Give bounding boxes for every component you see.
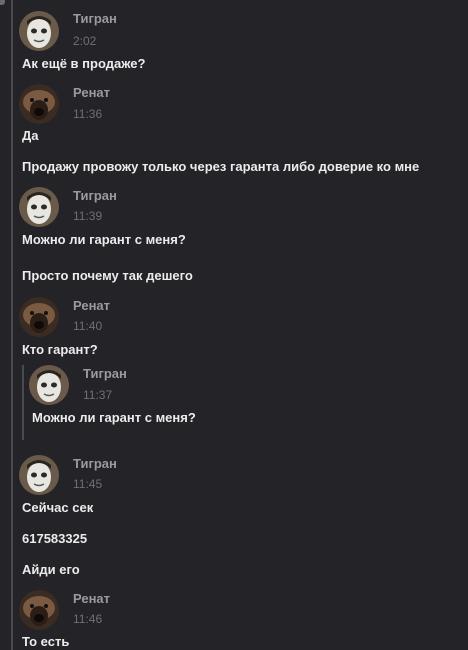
author-name[interactable]: Тигран	[73, 456, 117, 471]
message-text: Просто почему так дешего	[22, 268, 193, 283]
white-face-avatar-icon	[29, 365, 69, 405]
message-text: 617583325	[22, 531, 88, 546]
message-text: Кто гарант?	[22, 342, 98, 357]
message-text: Айди его	[22, 562, 80, 577]
author-name[interactable]: Ренат	[73, 85, 110, 100]
message-text: Да	[22, 128, 39, 143]
quote-timestamp: 11:37	[83, 388, 113, 402]
message-text: Продажу провожу только через гаранта либ…	[22, 159, 420, 174]
dark-dog-avatar-icon	[19, 84, 59, 124]
quote-author-name: Тигран	[83, 366, 127, 381]
author-name[interactable]: Ренат	[73, 591, 110, 606]
timestamp: 11:40	[73, 319, 103, 333]
white-face-avatar-icon	[19, 187, 59, 227]
dark-dog-avatar-icon	[19, 590, 59, 630]
timestamp: 11:39	[73, 209, 103, 223]
avatar[interactable]	[19, 297, 59, 337]
timestamp: 11:46	[73, 612, 103, 626]
author-name[interactable]: Ренат	[73, 298, 110, 313]
timestamp: 11:36	[73, 107, 103, 121]
author-name[interactable]: Тигран	[73, 188, 117, 203]
avatar[interactable]	[19, 84, 59, 124]
timestamp: 11:45	[73, 477, 103, 491]
dark-dog-avatar-icon	[19, 297, 59, 337]
avatar[interactable]	[19, 11, 59, 51]
message-text: То есть	[22, 634, 70, 649]
timestamp: 2:02	[73, 34, 97, 48]
white-face-avatar-icon	[19, 11, 59, 51]
thread-line	[11, 0, 13, 650]
avatar[interactable]	[19, 590, 59, 630]
author-name[interactable]: Тигран	[73, 11, 117, 26]
white-face-avatar-icon	[19, 455, 59, 495]
quote-bar	[22, 365, 24, 440]
avatar[interactable]	[19, 187, 59, 227]
message-text: Сейчас сек	[22, 500, 94, 515]
corner-marker	[0, 0, 5, 5]
message-text: Ак ещё в продаже?	[22, 56, 146, 71]
message-text: Можно ли гарант с меня?	[22, 232, 186, 247]
avatar	[29, 365, 69, 405]
avatar[interactable]	[19, 455, 59, 495]
quote-text: Можно ли гарант с меня?	[32, 410, 196, 425]
